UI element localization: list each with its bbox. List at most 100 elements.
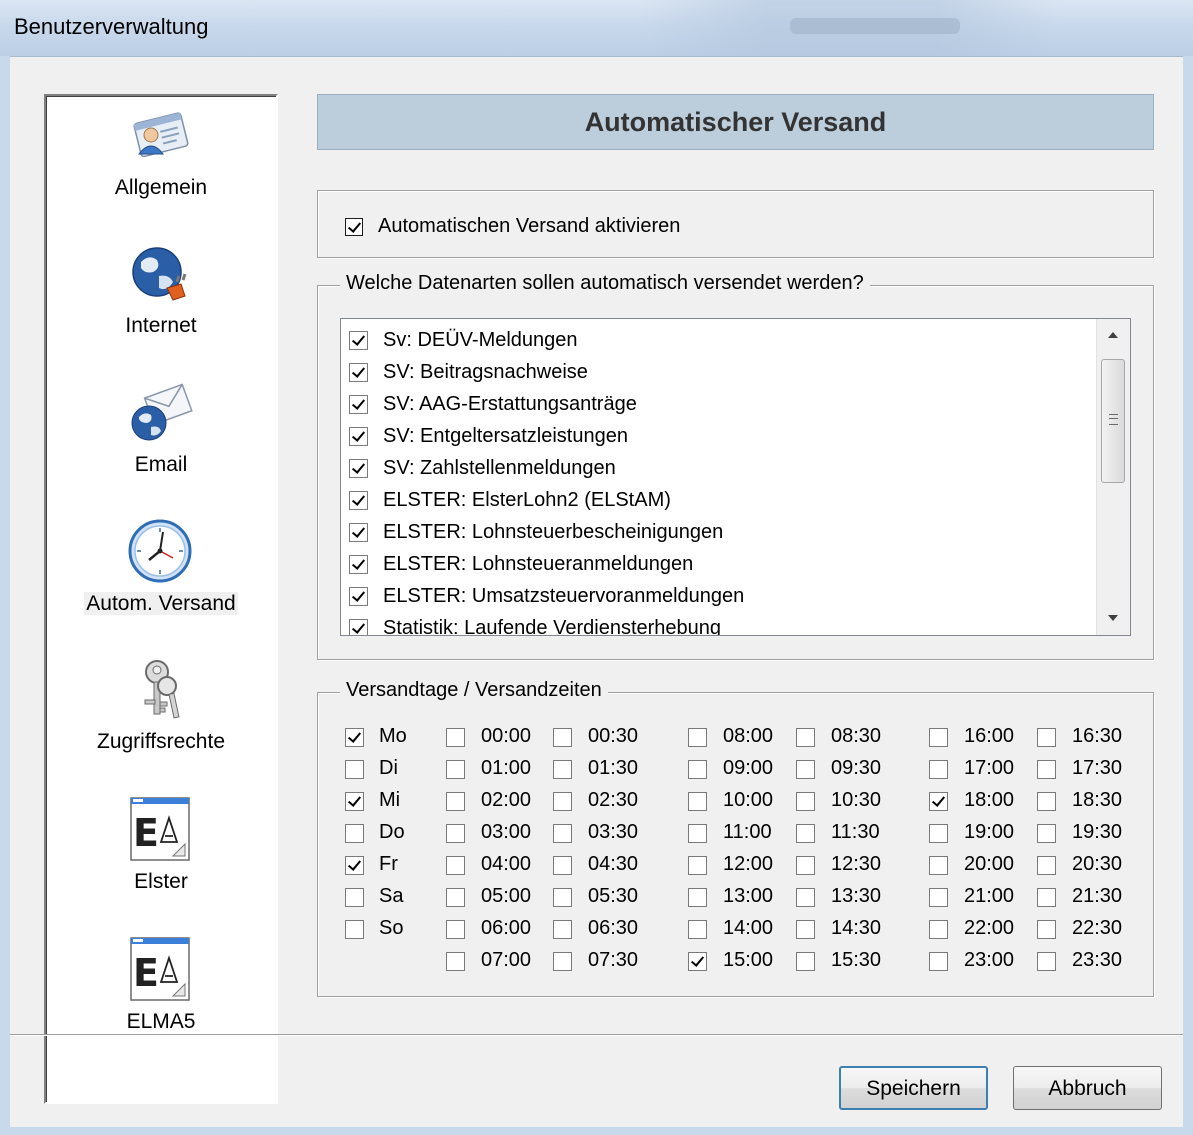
time-checkbox-1300[interactable] (688, 888, 707, 907)
cancel-button[interactable]: Abbruch (1013, 1066, 1162, 1110)
keys-icon (144, 660, 180, 719)
time-checkbox-1400[interactable] (688, 920, 707, 939)
datatype-checkbox[interactable] (349, 459, 368, 478)
time-checkbox-0130[interactable] (553, 760, 572, 779)
window-frame-right (1183, 56, 1193, 1135)
background-window-title (790, 18, 960, 34)
time-checkbox-1500[interactable] (688, 952, 707, 971)
datatype-label: SV: Zahlstellenmeldungen (383, 457, 616, 479)
grip-icon (1109, 414, 1118, 425)
time-checkbox-1900[interactable] (929, 824, 948, 843)
sidebar-item-zugriffsrechte[interactable]: Zugriffsrechte (46, 656, 276, 766)
time-checkbox-0530[interactable] (553, 888, 572, 907)
time-checkbox-0700[interactable] (446, 952, 465, 971)
sidebar-item-internet[interactable]: Internet (46, 240, 276, 350)
sidebar-item-label: Elster (134, 870, 188, 893)
time-checkbox-1030[interactable] (796, 792, 815, 811)
time-checkbox-2000[interactable] (929, 856, 948, 875)
time-label: 01:00 (481, 757, 532, 779)
time-checkbox-1830[interactable] (1037, 792, 1056, 811)
time-checkbox-0330[interactable] (553, 824, 572, 843)
time-checkbox-2230[interactable] (1037, 920, 1056, 939)
time-checkbox-1730[interactable] (1037, 760, 1056, 779)
datatype-checkbox[interactable] (349, 395, 368, 414)
datatype-checkbox[interactable] (349, 427, 368, 446)
day-checkbox-fr[interactable] (345, 856, 364, 875)
time-checkbox-0200[interactable] (446, 792, 465, 811)
time-checkbox-1930[interactable] (1037, 824, 1056, 843)
listbox-scrollbar[interactable] (1096, 319, 1130, 635)
time-checkbox-1430[interactable] (796, 920, 815, 939)
scroll-up-arrow-icon[interactable] (1097, 319, 1130, 352)
activate-checkbox[interactable] (345, 218, 363, 236)
day-checkbox-mo[interactable] (345, 728, 364, 747)
schedule-legend: Versandtage / Versandzeiten (340, 679, 608, 702)
elma5-document-icon: E (130, 937, 190, 1001)
datatype-checkbox[interactable] (349, 555, 368, 574)
day-checkbox-do[interactable] (345, 824, 364, 843)
time-checkbox-1700[interactable] (929, 760, 948, 779)
scrollbar-thumb[interactable] (1101, 359, 1125, 483)
title-bar: Benutzerverwaltung (0, 0, 1193, 57)
time-checkbox-0100[interactable] (446, 760, 465, 779)
time-checkbox-0800[interactable] (688, 728, 707, 747)
time-checkbox-1000[interactable] (688, 792, 707, 811)
time-checkbox-0230[interactable] (553, 792, 572, 811)
day-checkbox-so[interactable] (345, 920, 364, 939)
time-checkbox-2300[interactable] (929, 952, 948, 971)
datatypes-listbox[interactable]: Sv: DEÜV-Meldungen SV: Beitragsnachweise… (340, 318, 1131, 636)
time-checkbox-2030[interactable] (1037, 856, 1056, 875)
time-checkbox-2130[interactable] (1037, 888, 1056, 907)
time-checkbox-0830[interactable] (796, 728, 815, 747)
time-label: 10:30 (831, 789, 882, 811)
time-checkbox-0900[interactable] (688, 760, 707, 779)
time-label: 16:30 (1072, 725, 1123, 747)
time-checkbox-0730[interactable] (553, 952, 572, 971)
time-checkbox-1800[interactable] (929, 792, 948, 811)
time-checkbox-0500[interactable] (446, 888, 465, 907)
time-label: 12:00 (723, 853, 774, 875)
time-checkbox-1530[interactable] (796, 952, 815, 971)
time-checkbox-0930[interactable] (796, 760, 815, 779)
time-checkbox-0000[interactable] (446, 728, 465, 747)
sidebar-item-email[interactable]: Email (46, 379, 276, 489)
time-label: 15:30 (831, 949, 882, 971)
time-checkbox-1630[interactable] (1037, 728, 1056, 747)
datatype-checkbox[interactable] (349, 331, 368, 350)
datatype-checkbox[interactable] (349, 587, 368, 606)
day-checkbox-mi[interactable] (345, 792, 364, 811)
datatype-checkbox[interactable] (349, 491, 368, 510)
time-checkbox-2330[interactable] (1037, 952, 1056, 971)
time-checkbox-0600[interactable] (446, 920, 465, 939)
day-checkbox-di[interactable] (345, 760, 364, 779)
time-checkbox-1330[interactable] (796, 888, 815, 907)
time-checkbox-0400[interactable] (446, 856, 465, 875)
sidebar-item-label: Allgemein (114, 176, 208, 199)
time-checkbox-1200[interactable] (688, 856, 707, 875)
datatype-checkbox[interactable] (349, 619, 368, 635)
day-label: Fr (379, 853, 398, 875)
time-label: 09:00 (723, 757, 774, 779)
clock-icon (128, 519, 192, 583)
save-button[interactable]: Speichern (839, 1066, 988, 1110)
time-checkbox-0300[interactable] (446, 824, 465, 843)
sidebar-item-elster[interactable]: E Elster (46, 796, 276, 906)
time-checkbox-2200[interactable] (929, 920, 948, 939)
globe-plug-icon (132, 247, 187, 301)
sidebar-item-elma5[interactable]: E ELMA5 (46, 936, 276, 1046)
scroll-down-arrow-icon[interactable] (1097, 602, 1130, 635)
time-checkbox-1600[interactable] (929, 728, 948, 747)
time-checkbox-0430[interactable] (553, 856, 572, 875)
time-checkbox-1100[interactable] (688, 824, 707, 843)
time-checkbox-1230[interactable] (796, 856, 815, 875)
time-checkbox-0630[interactable] (553, 920, 572, 939)
sidebar-item-autom-versand[interactable]: Autom. Versand (46, 518, 276, 628)
day-checkbox-sa[interactable] (345, 888, 364, 907)
datatype-checkbox[interactable] (349, 363, 368, 382)
time-label: 20:00 (964, 853, 1015, 875)
time-checkbox-1130[interactable] (796, 824, 815, 843)
time-checkbox-2100[interactable] (929, 888, 948, 907)
datatype-checkbox[interactable] (349, 523, 368, 542)
sidebar-item-allgemein[interactable]: Allgemein (46, 102, 276, 212)
time-checkbox-0030[interactable] (553, 728, 572, 747)
